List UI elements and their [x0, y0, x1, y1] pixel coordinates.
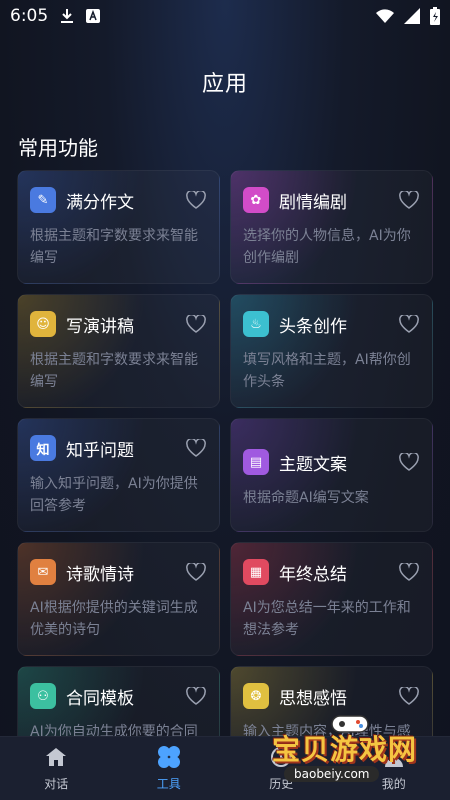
- feature-grid: ✎ 满分作文 根据主题和字数要求来智能编写 ✿ 剧情编剧 选择你的人物信息，AI…: [17, 170, 433, 780]
- heart-icon[interactable]: [185, 313, 207, 335]
- card-title: 合同模板: [66, 688, 134, 709]
- history-icon: [269, 745, 293, 769]
- card-speech[interactable]: ☺ 写演讲稿 根据主题和字数要求来智能编写: [17, 294, 220, 408]
- section-title: 常用功能: [18, 136, 98, 160]
- card-desc: AI为您总结一年来的工作和想法参考: [243, 600, 411, 638]
- card-desc: 根据主题和字数要求来智能编写: [30, 352, 198, 390]
- heart-icon[interactable]: [398, 189, 420, 211]
- contract-icon: ⚇: [30, 683, 56, 709]
- card-title: 头条创作: [279, 316, 347, 337]
- nav-item-profile[interactable]: 我的: [338, 737, 450, 800]
- card-title: 满分作文: [66, 192, 134, 213]
- card-summary[interactable]: ▦ 年终总结 AI为您总结一年来的工作和想法参考: [230, 542, 433, 656]
- nav-label: 工具: [156, 777, 181, 791]
- profile-icon: [382, 745, 406, 769]
- heart-icon[interactable]: [398, 451, 420, 473]
- nav-item-chat[interactable]: 对话: [0, 737, 113, 800]
- card-title: 知乎问题: [66, 440, 134, 461]
- nav-item-tools[interactable]: 工具: [113, 737, 226, 800]
- essay-icon: ✎: [30, 187, 56, 213]
- home-icon: [44, 745, 68, 769]
- card-headline[interactable]: ♨ 头条创作 填写风格和主题，AI帮你创作头条: [230, 294, 433, 408]
- card-title: 思想感悟: [279, 688, 347, 709]
- card-title: 主题文案: [279, 454, 347, 475]
- card-title: 年终总结: [279, 564, 347, 585]
- card-essay[interactable]: ✎ 满分作文 根据主题和字数要求来智能编写: [17, 170, 220, 284]
- nav-label: 对话: [44, 777, 69, 791]
- nav-label: 历史: [269, 777, 294, 791]
- heart-icon[interactable]: [398, 685, 420, 707]
- headline-icon: ♨: [243, 311, 269, 337]
- zhihu-icon: 知: [30, 435, 56, 461]
- nav-label: 我的: [381, 777, 406, 791]
- signal-icon: [404, 8, 420, 24]
- heart-icon[interactable]: [398, 561, 420, 583]
- speech-icon: ☺: [30, 311, 56, 337]
- card-script[interactable]: ✿ 剧情编剧 选择你的人物信息，AI为你创作编剧: [230, 170, 433, 284]
- a-badge-icon: [86, 9, 101, 23]
- bottom-nav: 对话 工具 历史 我的: [0, 736, 450, 800]
- card-desc: 根据命题AI编写文案: [243, 490, 369, 506]
- nav-item-history[interactable]: 历史: [225, 737, 338, 800]
- heart-icon[interactable]: [185, 685, 207, 707]
- heart-icon[interactable]: [185, 189, 207, 211]
- poem-icon: ✉: [30, 559, 56, 585]
- summary-icon: ▦: [243, 559, 269, 585]
- script-icon: ✿: [243, 187, 269, 213]
- download-icon: [60, 8, 74, 24]
- card-desc: 选择你的人物信息，AI为你创作编剧: [243, 228, 411, 266]
- copywriting-icon: ▤: [243, 449, 269, 475]
- card-desc: 填写风格和主题，AI帮你创作头条: [243, 352, 411, 390]
- card-copywriting[interactable]: ▤ 主题文案 根据命题AI编写文案: [230, 418, 433, 532]
- card-zhihu[interactable]: 知 知乎问题 输入知乎问题，AI为你提供回答参考: [17, 418, 220, 532]
- card-title: 诗歌情诗: [66, 564, 134, 585]
- card-title: 剧情编剧: [279, 192, 347, 213]
- wifi-icon: [376, 9, 394, 23]
- status-time: 6:05: [10, 6, 49, 26]
- status-bar: 6:05: [0, 0, 450, 32]
- heart-icon[interactable]: [398, 313, 420, 335]
- card-desc: 根据主题和字数要求来智能编写: [30, 228, 198, 266]
- tools-icon: [157, 745, 181, 769]
- battery-icon: [430, 7, 440, 25]
- card-title: 写演讲稿: [66, 316, 134, 337]
- card-poem[interactable]: ✉ 诗歌情诗 AI根据你提供的关键词生成优美的诗句: [17, 542, 220, 656]
- heart-icon[interactable]: [185, 561, 207, 583]
- thought-icon: ❂: [243, 683, 269, 709]
- page-title: 应用: [201, 72, 248, 97]
- heart-icon[interactable]: [185, 437, 207, 459]
- card-desc: AI根据你提供的关键词生成优美的诗句: [30, 600, 198, 638]
- card-desc: 输入知乎问题，AI为你提供回答参考: [30, 476, 198, 514]
